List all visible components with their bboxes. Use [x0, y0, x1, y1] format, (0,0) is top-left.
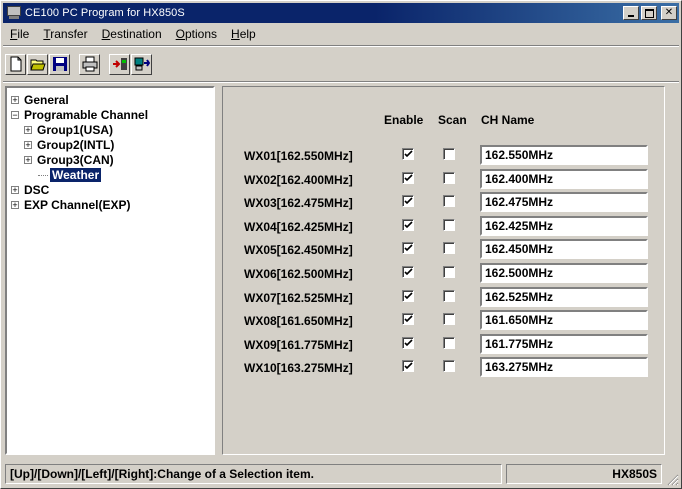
close-button[interactable]: ✕	[661, 6, 677, 20]
print-button[interactable]	[79, 53, 100, 75]
scan-checkbox[interactable]	[443, 289, 455, 302]
channel-label: WX06[162.500MHz]	[244, 267, 353, 281]
enable-checkbox[interactable]	[402, 266, 414, 278]
menu-options[interactable]: Options	[169, 27, 224, 41]
ch-name-column-header: CH Name	[481, 113, 535, 127]
channel-label: WX02[162.400MHz]	[244, 172, 353, 187]
expand-plus-icon[interactable]: +	[11, 186, 19, 195]
title-bar[interactable]: CE100 PC Program for HX850S ✕	[3, 3, 679, 23]
scan-checkbox[interactable]	[443, 148, 455, 160]
toolbar	[5, 51, 152, 77]
menu-separator	[3, 45, 679, 47]
channel-label: WX04[162.425MHz]	[244, 219, 353, 234]
app-icon[interactable]	[6, 6, 22, 20]
enable-checkbox[interactable]	[402, 218, 414, 231]
open-folder-icon	[29, 59, 46, 71]
enable-checkbox[interactable]	[402, 148, 414, 160]
tree-node-programable-channel[interactable]: − Programable Channel	[11, 108, 148, 122]
scan-checkbox[interactable]	[443, 171, 455, 184]
close-icon: ✕	[664, 7, 674, 18]
minimize-button[interactable]	[623, 6, 639, 20]
enable-checkbox[interactable]	[402, 313, 414, 326]
transfer-write-icon	[134, 57, 150, 71]
enable-checkbox[interactable]	[402, 360, 414, 373]
maximize-button[interactable]	[641, 6, 657, 20]
enable-checkbox[interactable]	[402, 171, 414, 184]
status-hint: [Up]/[Down]/[Left]/[Right]:Change of a S…	[5, 464, 502, 484]
ch-name-input[interactable]	[480, 357, 648, 378]
ch-name-input[interactable]	[480, 333, 648, 354]
navigation-tree[interactable]: + General − Programable Channel + Group1(US…	[5, 86, 215, 455]
ch-name-input[interactable]	[480, 239, 648, 260]
transfer-read-icon	[112, 58, 127, 70]
scan-column-header: Scan	[438, 113, 467, 127]
toolbar-separator	[3, 81, 679, 83]
expand-plus-icon[interactable]: +	[24, 141, 32, 150]
enable-checkbox[interactable]	[402, 195, 414, 208]
menu-file[interactable]: File	[3, 27, 36, 41]
window-title: CE100 PC Program for HX850S	[25, 7, 185, 19]
expand-plus-icon[interactable]: +	[24, 126, 32, 135]
menu-bar: File Transfer Destination Options Help	[3, 24, 679, 43]
save-disk-icon	[52, 57, 67, 71]
menu-transfer[interactable]: Transfer	[36, 27, 94, 41]
scan-checkbox[interactable]	[443, 195, 455, 208]
scan-checkbox[interactable]	[443, 218, 455, 231]
new-button[interactable]	[5, 53, 26, 75]
printer-icon	[82, 56, 97, 72]
ch-name-input[interactable]	[480, 286, 648, 307]
ch-name-input[interactable]	[480, 145, 648, 165]
resize-grip-icon[interactable]	[667, 474, 679, 486]
channel-label: WX01[162.550MHz]	[244, 149, 353, 163]
ch-name-input[interactable]	[480, 192, 648, 213]
menu-destination[interactable]: Destination	[95, 27, 169, 41]
read-from-radio-button[interactable]	[109, 53, 130, 75]
channel-label: WX03[162.475MHz]	[244, 196, 353, 211]
save-button[interactable]	[49, 53, 70, 75]
main-window: CE100 PC Program for HX850S ✕ File Trans…	[0, 0, 682, 489]
enable-checkbox[interactable]	[402, 242, 414, 255]
tree-node-dsc[interactable]: + DSC	[11, 183, 49, 197]
channel-label: WX05[162.450MHz]	[244, 243, 353, 258]
open-button[interactable]	[27, 53, 48, 75]
status-model: HX850S	[506, 464, 662, 484]
scan-checkbox[interactable]	[443, 266, 455, 278]
expand-plus-icon[interactable]: +	[11, 201, 19, 210]
channel-label: WX07[162.525MHz]	[244, 290, 353, 305]
minimize-icon	[628, 15, 634, 17]
ch-name-input[interactable]	[480, 310, 648, 331]
enable-checkbox[interactable]	[402, 336, 414, 349]
tree-node-exp-channel[interactable]: + EXP Channel(EXP)	[11, 198, 130, 212]
scan-checkbox[interactable]	[443, 313, 455, 326]
enable-checkbox[interactable]	[402, 289, 414, 302]
collapse-minus-icon[interactable]: −	[11, 111, 19, 120]
new-file-icon	[10, 56, 21, 72]
ch-name-input[interactable]	[480, 215, 648, 236]
scan-checkbox[interactable]	[443, 242, 455, 255]
ch-name-input[interactable]	[480, 168, 648, 189]
tree-node-general[interactable]: + General	[11, 93, 69, 107]
channel-label: WX10[163.275MHz]	[244, 361, 353, 376]
scan-checkbox[interactable]	[443, 336, 455, 349]
expand-plus-icon[interactable]: +	[11, 96, 19, 105]
scan-checkbox[interactable]	[443, 360, 455, 373]
tree-node-group3[interactable]: + Group3(CAN)	[24, 153, 114, 167]
tree-node-group1[interactable]: + Group1(USA)	[24, 123, 113, 137]
write-to-radio-button[interactable]	[131, 53, 152, 75]
enable-column-header: Enable	[384, 113, 424, 127]
menu-help[interactable]: Help	[224, 27, 263, 41]
tree-node-weather[interactable]: Weather	[38, 168, 102, 182]
ch-name-input[interactable]	[480, 263, 648, 283]
tree-node-group2[interactable]: + Group2(INTL)	[24, 138, 114, 152]
channel-label: WX08[161.650MHz]	[244, 314, 353, 329]
maximize-icon	[644, 8, 654, 18]
channel-label: WX09[161.775MHz]	[244, 337, 353, 352]
expand-plus-icon[interactable]: +	[24, 156, 32, 165]
